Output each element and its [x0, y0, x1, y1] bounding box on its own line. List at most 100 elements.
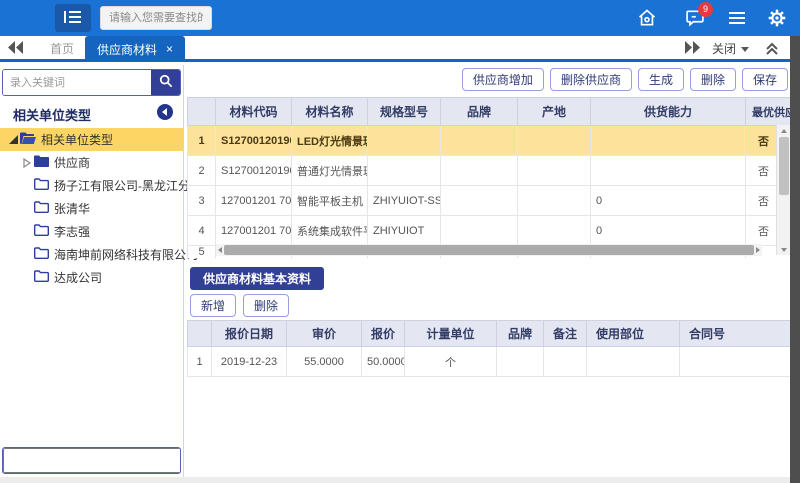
col-quote-price[interactable]: 报价 — [362, 321, 405, 347]
cell-contract-no[interactable] — [680, 347, 791, 377]
cell-origin[interactable] — [518, 156, 591, 186]
tabs-scroll-right-icon[interactable] — [685, 41, 701, 57]
tab-close-icon[interactable]: × — [166, 42, 173, 56]
cell-brand[interactable] — [497, 347, 544, 377]
tree-expanded-icon[interactable] — [6, 135, 20, 144]
vertical-scroll-thumb[interactable] — [779, 137, 789, 195]
col-spec-model[interactable]: 规格型号 — [368, 98, 441, 126]
notification-badge[interactable]: 9 — [698, 2, 713, 17]
tabs-scroll-left-icon[interactable] — [8, 41, 24, 57]
cell-spec[interactable] — [368, 156, 441, 186]
settings-gear-icon[interactable] — [766, 7, 788, 29]
tab-home[interactable]: 首页 — [34, 36, 90, 62]
cell-capacity[interactable] — [591, 156, 746, 186]
cell-remark[interactable] — [544, 347, 587, 377]
tree-node-root[interactable]: 相关单位类型 — [0, 128, 183, 151]
cell-name[interactable]: 普通灯光情景玻璃 — [292, 156, 368, 186]
quote-row[interactable]: 1 2019-12-23 55.0000 50.0000 个 — [188, 347, 791, 377]
col-unit[interactable]: 计量单位 — [405, 321, 497, 347]
cell-brand[interactable] — [441, 216, 518, 246]
cell-code[interactable]: S127001201900 — [216, 156, 292, 186]
tree-filter-input[interactable] — [3, 448, 181, 473]
tree-node-company-1[interactable]: 扬子江有限公司-黑龙江分部 — [0, 174, 183, 197]
cell-capacity[interactable]: 0 — [591, 216, 746, 246]
cell-name[interactable]: 系统集成软件平台 — [292, 216, 368, 246]
supplier-material-basic-info-tab[interactable]: 供应商材料基本资料 — [190, 267, 324, 290]
tree-node-company-2[interactable]: 海南坤前网络科技有限公司 — [0, 243, 183, 266]
cell-brand[interactable] — [441, 186, 518, 216]
cell-spec[interactable] — [368, 126, 441, 156]
cell-quote-price[interactable]: 50.0000 — [362, 347, 405, 377]
cell-unit[interactable]: 个 — [405, 347, 497, 377]
col-material-code[interactable]: 材料代码 — [216, 98, 292, 126]
page-vertical-scrollbar[interactable] — [790, 36, 800, 483]
cell-review-price[interactable]: 55.0000 — [287, 347, 362, 377]
keyword-search-input[interactable] — [3, 70, 151, 95]
cell-brand[interactable] — [441, 126, 518, 156]
tree-node-person-2[interactable]: 李志强 — [0, 220, 183, 243]
menu-icon[interactable] — [726, 7, 748, 29]
col-origin[interactable]: 产地 — [518, 98, 591, 126]
horizontal-scroll-thumb[interactable] — [224, 245, 754, 255]
cell-rownum[interactable]: 2 — [188, 156, 216, 186]
cell-origin[interactable] — [518, 216, 591, 246]
sidebar-collapse-button[interactable] — [157, 104, 173, 120]
material-row[interactable]: 4 127001201 700 系统集成软件平台 ZHIYUIOT 0 否 — [188, 216, 791, 246]
scroll-down-icon[interactable] — [777, 244, 791, 255]
table-vertical-scrollbar[interactable] — [776, 125, 790, 255]
cell-code[interactable]: S127001201900 — [216, 126, 292, 156]
col-use-location[interactable]: 使用部位 — [587, 321, 680, 347]
add-supplier-button[interactable]: 供应商增加 — [462, 68, 544, 91]
col-best-supplier[interactable]: 最优供应商 — [746, 98, 791, 126]
scroll-left-icon[interactable] — [218, 247, 222, 253]
save-button[interactable]: 保存 — [742, 68, 788, 91]
scroll-right-icon[interactable] — [756, 247, 760, 253]
detail-delete-button[interactable]: 删除 — [243, 294, 289, 317]
tree-collapsed-icon[interactable] — [20, 158, 34, 168]
close-tabs-dropdown[interactable]: 关闭 — [712, 36, 749, 62]
col-quote-date[interactable]: 报价日期 — [212, 321, 287, 347]
cell-capacity[interactable] — [591, 126, 746, 156]
cell-capacity[interactable]: 0 — [591, 186, 746, 216]
cell-code[interactable]: 127001201 700 — [216, 186, 292, 216]
cell-origin[interactable] — [518, 126, 591, 156]
material-row-selected[interactable]: 1 S127001201900 LED灯光情景玻璃 否 — [188, 126, 791, 156]
collapse-panel-icon[interactable] — [764, 40, 782, 58]
cell-quote-date[interactable]: 2019-12-23 — [212, 347, 287, 377]
delete-supplier-button[interactable]: 删除供应商 — [550, 68, 632, 91]
tree-node-company-3[interactable]: 达成公司 — [0, 266, 183, 289]
cell-use-location[interactable] — [587, 347, 680, 377]
keyword-search-button[interactable] — [151, 70, 180, 95]
cell-rownum[interactable]: 4 — [188, 216, 216, 246]
tree-node-person-1[interactable]: 张清华 — [0, 197, 183, 220]
col-review-price[interactable]: 审价 — [287, 321, 362, 347]
cell-rownum[interactable]: 1 — [188, 126, 216, 156]
tab-supplier-materials[interactable]: 供应商材料 × — [85, 36, 185, 62]
col-remark[interactable]: 备注 — [544, 321, 587, 347]
material-row[interactable]: 2 S127001201900 普通灯光情景玻璃 否 — [188, 156, 791, 186]
page-horizontal-scrollbar-track[interactable] — [0, 477, 790, 483]
delete-button[interactable]: 删除 — [690, 68, 736, 91]
col-supply-capacity[interactable]: 供货能力 — [591, 98, 746, 126]
col-contract-no[interactable]: 合同号 — [680, 321, 791, 347]
cell-rownum[interactable]: 1 — [188, 347, 212, 377]
cell-name[interactable]: LED灯光情景玻璃 — [292, 126, 368, 156]
tree-node-supplier[interactable]: 供应商 — [0, 151, 183, 174]
cell-spec[interactable]: ZHIYUIOT — [368, 216, 441, 246]
cell-origin[interactable] — [518, 186, 591, 216]
detail-add-button[interactable]: 新增 — [190, 294, 236, 317]
col-brand[interactable]: 品牌 — [497, 321, 544, 347]
generate-button[interactable]: 生成 — [638, 68, 684, 91]
cell-rownum[interactable]: 3 — [188, 186, 216, 216]
sidebar-toggle-button[interactable] — [55, 4, 91, 32]
col-material-name[interactable]: 材料名称 — [292, 98, 368, 126]
cell-name[interactable]: 智能平板主机 — [292, 186, 368, 216]
home-icon[interactable] — [636, 7, 658, 29]
table-horizontal-scrollbar[interactable] — [216, 244, 762, 256]
global-search-input[interactable] — [100, 6, 212, 30]
cell-rownum[interactable]: 5 — [188, 246, 216, 259]
scroll-up-icon[interactable] — [777, 125, 791, 136]
material-row[interactable]: 3 127001201 700 智能平板主机 ZHIYUIOT-SSH- 0 否 — [188, 186, 791, 216]
cell-code[interactable]: 127001201 700 — [216, 216, 292, 246]
cell-spec[interactable]: ZHIYUIOT-SSH- — [368, 186, 441, 216]
